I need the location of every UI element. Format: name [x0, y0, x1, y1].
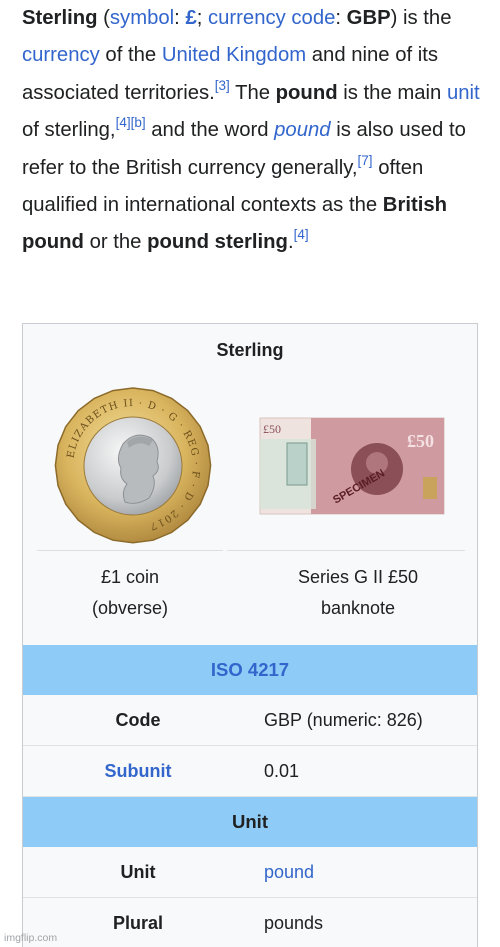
note-denomination: £50: [263, 422, 281, 436]
row-subunit: Subunit 0.01: [23, 746, 477, 797]
caption-divider-right: [227, 550, 465, 551]
coin-caption-line-2: (obverse): [91, 598, 169, 618]
article-intro-paragraph: Sterling (symbol: £; currency code: GBP)…: [22, 7, 480, 254]
text-fragment: or the: [89, 231, 142, 254]
note-caption-line-2: banknote: [320, 598, 396, 618]
row-unit: Unit pound: [23, 847, 477, 898]
text-fragment: is the main: [343, 81, 442, 104]
subunit-label: Subunit: [23, 746, 253, 797]
symbol-value-link[interactable]: £: [185, 7, 196, 29]
code-label: Code: [115, 710, 161, 730]
note-chip: [423, 477, 437, 499]
reference-4[interactable]: [4]: [116, 115, 131, 130]
section-header-unit: Unit: [23, 797, 477, 847]
text-fragment: The: [235, 81, 271, 104]
text-fragment: of sterling,: [22, 119, 116, 142]
unit-label: Unit: [120, 862, 156, 882]
united-kingdom-link[interactable]: United Kingdom: [162, 44, 306, 66]
unit-link[interactable]: unit: [447, 82, 480, 104]
currency-code-value: GBP: [346, 7, 391, 29]
row-plural: Plural pounds: [23, 898, 477, 947]
subunit-link[interactable]: Subunit: [105, 761, 172, 782]
currency-link[interactable]: currency: [22, 44, 100, 66]
iso-4217-link[interactable]: ISO 4217: [211, 659, 289, 681]
row-code: Code GBP (numeric: 826): [23, 695, 477, 746]
pound-term: pound: [275, 81, 338, 104]
text-fragment: and the word: [151, 119, 269, 142]
currency-infobox: Sterling ELIZABETH II · D · G · REG · F …: [22, 323, 478, 947]
pound-word-link[interactable]: pound: [274, 119, 330, 141]
subunit-value: 0.01: [264, 761, 300, 781]
one-pound-coin-image[interactable]: ELIZABETH II · D · G · REG · F · D · 201…: [53, 386, 213, 546]
reference-7[interactable]: [7]: [358, 153, 373, 168]
coin-caption: £1 coin (obverse): [23, 562, 237, 624]
plural-label: Plural: [112, 913, 164, 933]
reference-4-second[interactable]: [4]: [294, 227, 309, 242]
note-denomination-large: £50: [407, 431, 434, 451]
text-fragment: of the: [105, 44, 157, 67]
fifty-pound-banknote-image[interactable]: £50 £50 SPECIMEN: [259, 417, 445, 515]
currency-code-link[interactable]: currency code: [208, 7, 335, 29]
pound-unit-link[interactable]: pound: [264, 862, 314, 883]
imgflip-watermark: imgflip.com: [4, 932, 58, 944]
symbol-link[interactable]: symbol: [110, 7, 174, 29]
text-fragment: is the: [403, 7, 452, 29]
infobox-title: Sterling: [216, 340, 284, 360]
queen-portrait: [117, 434, 159, 504]
note-window: [286, 442, 308, 486]
code-value: GBP (numeric: 826): [264, 710, 423, 730]
note-caption-line-1: Series G II £50: [297, 567, 419, 587]
reference-3[interactable]: [3]: [215, 78, 230, 93]
pound-sterling-term: pound sterling: [147, 231, 288, 254]
note-caption: Series G II £50 banknote: [237, 562, 479, 624]
coin-caption-line-1: £1 coin: [100, 567, 160, 587]
unit-value: pound: [264, 847, 314, 898]
plural-value: pounds: [264, 913, 324, 933]
reference-b[interactable]: [b]: [131, 115, 146, 130]
caption-divider-left: [37, 550, 223, 551]
section-header-iso: ISO 4217: [23, 645, 477, 695]
article-title-term: Sterling: [22, 7, 98, 29]
